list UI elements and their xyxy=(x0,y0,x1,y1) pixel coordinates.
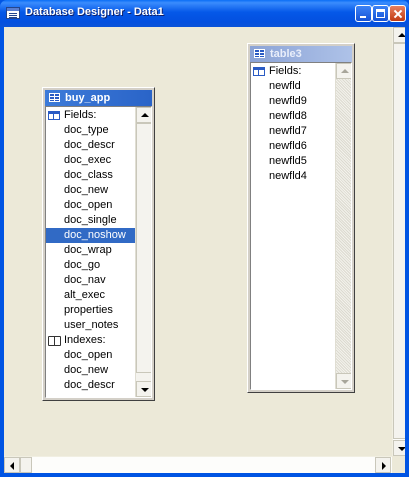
table-field-list[interactable]: Fields: doc_type doc_descr doc_exec doc_cla… xyxy=(45,106,152,398)
field-item[interactable]: doc_go xyxy=(46,258,132,273)
field-item[interactable]: doc_new xyxy=(46,183,132,198)
up-arrow-icon xyxy=(398,33,405,37)
fields-icon xyxy=(48,111,60,120)
field-item[interactable]: newfld8 xyxy=(251,109,332,124)
field-list-scrollbar[interactable] xyxy=(335,63,351,389)
index-item[interactable]: doc_open xyxy=(46,348,132,363)
scroll-right-button[interactable] xyxy=(375,457,391,473)
table-title-bar[interactable]: table3 xyxy=(250,46,352,62)
table-field-list[interactable]: Fields: newfld newfld9 newfld8 newfld7 newfl… xyxy=(250,62,352,390)
table-window-table3[interactable]: table3 Fields: newfld newfld9 newfld8 newfl… xyxy=(247,43,355,393)
field-item[interactable]: doc_open xyxy=(46,198,132,213)
field-item[interactable]: newfld5 xyxy=(251,154,332,169)
field-item[interactable]: doc_type xyxy=(46,123,132,138)
index-item[interactable]: doc_descr xyxy=(46,378,132,393)
field-item[interactable]: doc_wrap xyxy=(46,243,132,258)
table-window-buy-app[interactable]: buy_app Fields: doc_type doc_descr doc_exe… xyxy=(42,87,155,401)
window-title: Database Designer - Data1 xyxy=(25,6,164,18)
down-arrow-icon xyxy=(341,380,349,384)
field-item[interactable]: user_notes xyxy=(46,318,132,333)
close-button[interactable] xyxy=(389,5,406,22)
up-arrow-icon xyxy=(341,69,349,73)
title-bar[interactable]: Database Designer - Data1 xyxy=(0,0,409,27)
scroll-down-button[interactable] xyxy=(393,440,405,456)
maximize-button[interactable] xyxy=(372,5,389,22)
field-item[interactable]: doc_exec xyxy=(46,153,132,168)
field-item[interactable]: doc_descr xyxy=(46,138,132,153)
indexes-book-icon xyxy=(48,336,61,346)
scroll-up-button[interactable] xyxy=(136,107,151,123)
down-arrow-icon xyxy=(398,447,405,451)
field-item[interactable]: newfld6 xyxy=(251,139,332,154)
size-grip[interactable] xyxy=(392,456,405,473)
field-list-scrollbar[interactable] xyxy=(135,107,151,397)
fields-label: Fields: xyxy=(269,65,302,77)
field-item[interactable]: doc_nav xyxy=(46,273,132,288)
left-arrow-icon xyxy=(10,462,14,470)
field-item[interactable]: newfld xyxy=(251,79,332,94)
database-designer-window: Database Designer - Data1 buy_app Fields… xyxy=(0,0,409,477)
indexes-label: Indexes: xyxy=(64,334,106,346)
designer-workspace[interactable]: buy_app Fields: doc_type doc_descr doc_exe… xyxy=(4,27,405,473)
vertical-scroll-thumb[interactable] xyxy=(393,43,405,439)
field-item[interactable]: alt_exec xyxy=(46,288,132,303)
down-arrow-icon xyxy=(141,388,149,392)
field-item[interactable]: properties xyxy=(46,303,132,318)
right-arrow-icon xyxy=(382,462,386,470)
scroll-up-button[interactable] xyxy=(336,63,351,79)
up-arrow-icon xyxy=(141,113,149,117)
scroll-up-button[interactable] xyxy=(393,27,405,43)
scroll-down-button[interactable] xyxy=(136,381,151,397)
index-item[interactable]: doc_new xyxy=(46,363,132,378)
field-item[interactable]: newfld7 xyxy=(251,124,332,139)
table-grid-icon xyxy=(254,49,265,58)
scroll-thumb[interactable] xyxy=(136,123,151,373)
field-item[interactable]: doc_class xyxy=(46,168,132,183)
field-item[interactable]: doc_noshow xyxy=(46,228,135,243)
table-grid-icon xyxy=(49,93,60,102)
table-name: buy_app xyxy=(65,92,111,104)
field-item[interactable]: newfld9 xyxy=(251,94,332,109)
fields-icon xyxy=(253,67,265,76)
horizontal-scroll-thumb[interactable] xyxy=(20,457,32,473)
field-item[interactable]: doc_single xyxy=(46,213,132,228)
table-title-bar[interactable]: buy_app xyxy=(45,90,152,106)
scroll-left-button[interactable] xyxy=(4,457,20,473)
field-item[interactable]: newfld4 xyxy=(251,169,332,184)
scroll-down-button[interactable] xyxy=(336,373,351,389)
minimize-button[interactable] xyxy=(355,5,372,22)
table-name: table3 xyxy=(270,48,302,60)
workspace-vertical-scrollbar[interactable] xyxy=(392,27,405,456)
database-designer-icon xyxy=(6,7,20,19)
workspace-horizontal-scrollbar[interactable] xyxy=(4,456,392,473)
fields-label: Fields: xyxy=(64,109,97,121)
